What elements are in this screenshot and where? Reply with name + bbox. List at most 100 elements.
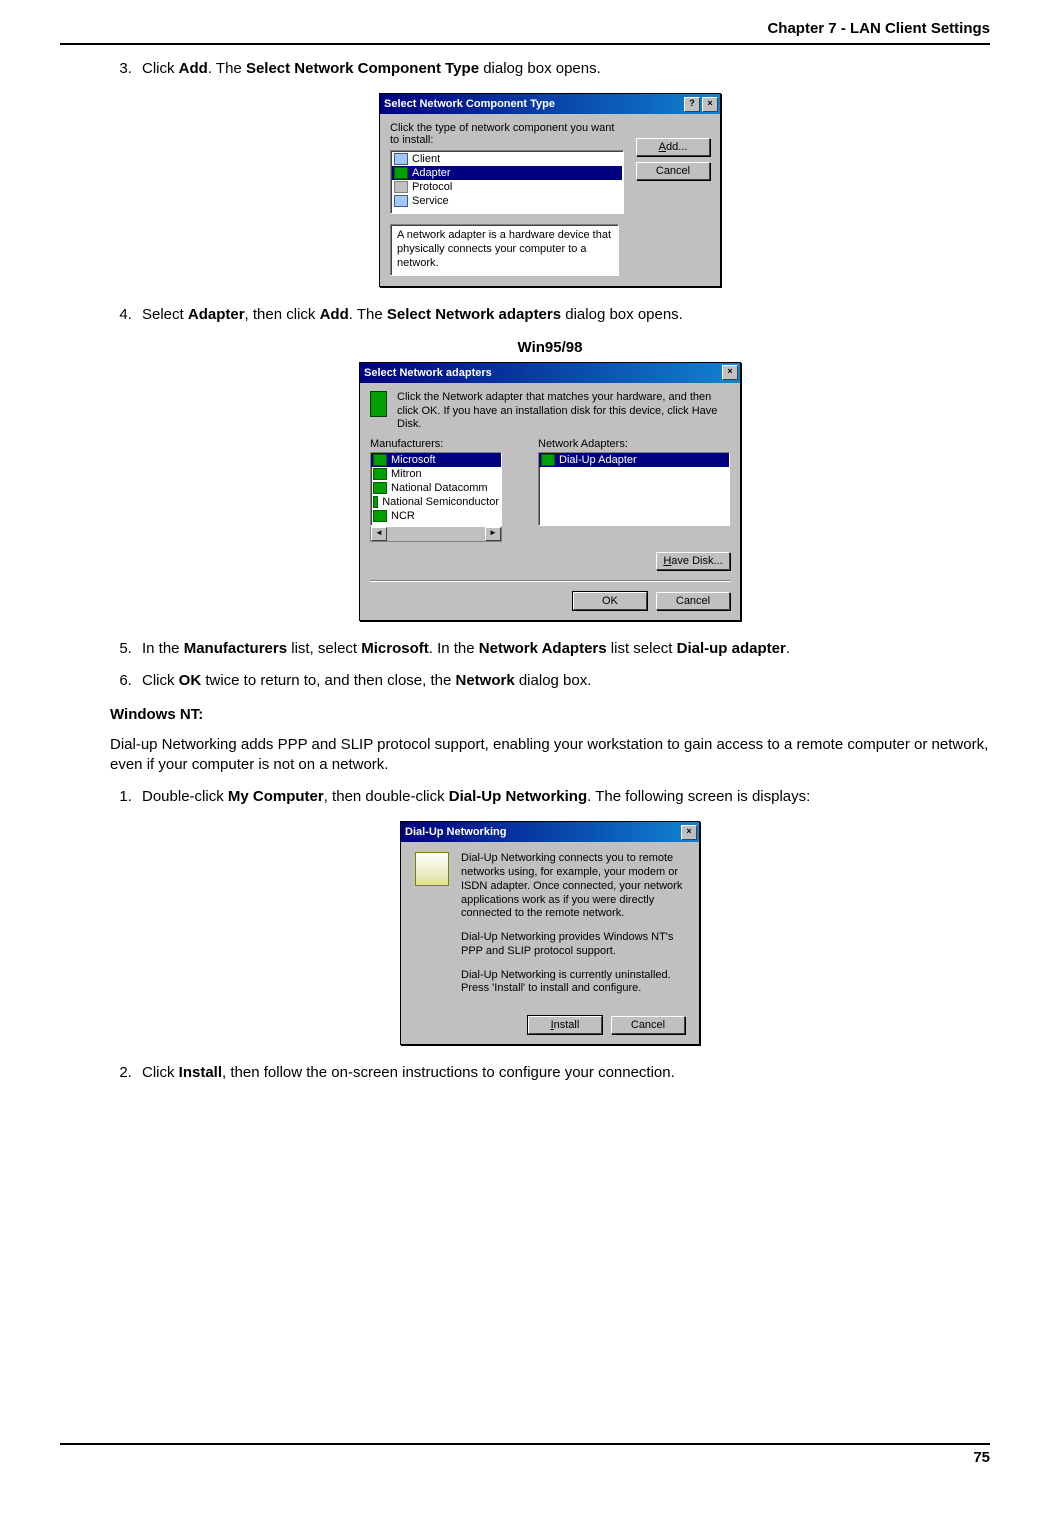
dlg3-p2: Dial-Up Networking provides Windows NT's… [461, 931, 685, 959]
page-footer: 75 [60, 1443, 990, 1466]
ok-button[interactable]: OK [573, 592, 647, 610]
dlg2-caption: Win95/98 [110, 339, 990, 356]
manufacturers-label: Manufacturers: [370, 438, 520, 450]
dialog-select-network-component-type: Select Network Component Type ? × Click … [379, 93, 721, 286]
nt2b0: Install [179, 1064, 222, 1081]
list-item[interactable]: Protocol [392, 180, 622, 194]
s5b0: Manufacturers [184, 640, 287, 657]
windows-nt-heading: Windows NT: [110, 706, 990, 723]
list-item[interactable]: Microsoft [371, 453, 501, 467]
a0: Dial-Up Adapter [559, 454, 637, 466]
s6b0: OK [179, 672, 202, 689]
list-item[interactable]: National Datacomm [371, 481, 501, 495]
nt-step-1: Double-click My Computer, then double-cl… [136, 787, 990, 807]
s5t2: . In the [429, 640, 479, 657]
dlg3-p1: Dial-Up Networking connects you to remot… [461, 852, 685, 921]
have-disk-button[interactable]: Have Disk... [656, 552, 730, 570]
step3-b1: Select Network Component Type [246, 60, 479, 77]
nt1t1: , then double-click [324, 788, 449, 805]
card-icon [373, 482, 387, 494]
service-icon [394, 195, 408, 207]
m0: Microsoft [391, 454, 436, 466]
dlg1-add-rest: dd... [666, 141, 687, 153]
dlg2-instruction: Click the Network adapter that matches y… [397, 391, 730, 432]
step3-b0: Add [179, 60, 208, 77]
s6t2: dialog box. [515, 672, 592, 689]
step3-t0: Click [142, 60, 179, 77]
dlg1-item0: Client [412, 153, 440, 165]
nt2t0: Click [142, 1064, 179, 1081]
nt1t0: Double-click [142, 788, 228, 805]
m4: NCR [391, 510, 415, 522]
dialog-dial-up-networking: Dial-Up Networking × Dial-Up Networking … [400, 821, 700, 1045]
dlg1-instruction: Click the type of network component you … [390, 122, 624, 146]
step-6: Click OK twice to return to, and then cl… [136, 671, 990, 691]
manufacturers-list[interactable]: Microsoft Mitron National Datacomm Natio… [370, 452, 502, 526]
list-item[interactable]: Client [392, 152, 622, 166]
list-item[interactable]: NCR [371, 509, 501, 523]
protocol-icon [394, 181, 408, 193]
step4-b0: Adapter [188, 306, 245, 323]
card-icon [373, 454, 387, 466]
step4-b1: Add [320, 306, 349, 323]
list-item[interactable]: Adapter [392, 166, 622, 180]
adapters-list[interactable]: Dial-Up Adapter [538, 452, 730, 526]
step4-t2: . The [349, 306, 387, 323]
card-icon [373, 468, 387, 480]
cancel-button[interactable]: Cancel [636, 162, 710, 180]
step4-t3: dialog box opens. [561, 306, 683, 323]
step4-t1: , then click [245, 306, 320, 323]
scroll-left-icon[interactable]: ◄ [371, 527, 387, 541]
phone-modem-icon [415, 852, 449, 886]
s6b1: Network [455, 672, 514, 689]
list-item[interactable]: Mitron [371, 467, 501, 481]
list-item[interactable]: National Semiconductor [371, 495, 501, 509]
scrollbar[interactable]: ◄ ► [370, 526, 502, 542]
s6t0: Click [142, 672, 179, 689]
step4-b2: Select Network adapters [387, 306, 561, 323]
step3-t2: dialog box opens. [479, 60, 601, 77]
install-button[interactable]: Install [528, 1016, 602, 1034]
cancel-button[interactable]: Cancel [656, 592, 730, 610]
scroll-right-icon[interactable]: ► [485, 527, 501, 541]
list-item[interactable]: Dial-Up Adapter [539, 453, 729, 467]
step3-t1: . The [208, 60, 246, 77]
step-5: In the Manufacturers list, select Micros… [136, 639, 990, 659]
s5b2: Network Adapters [479, 640, 607, 657]
dlg1-help-text: A network adapter is a hardware device t… [390, 224, 619, 275]
nt-intro-paragraph: Dial-up Networking adds PPP and SLIP pro… [110, 735, 990, 776]
dialog-select-network-adapters: Select Network adapters × Click the Netw… [359, 362, 741, 621]
dlg1-item3: Service [412, 195, 449, 207]
dlg1-component-list[interactable]: Client Adapter Protocol Service [390, 150, 624, 214]
page-header: Chapter 7 - LAN Client Settings [60, 20, 990, 45]
nt1b1: Dial-Up Networking [449, 788, 587, 805]
s5b3: Dial-up adapter [677, 640, 786, 657]
help-icon[interactable]: ? [684, 97, 700, 112]
adapter-icon [394, 167, 408, 179]
dlg2-title: Select Network adapters [364, 367, 492, 379]
page-number: 75 [973, 1449, 990, 1466]
s5t3: list select [607, 640, 677, 657]
step-4: Select Adapter, then click Add. The Sele… [136, 305, 990, 325]
cancel-button[interactable]: Cancel [611, 1016, 685, 1034]
add-button[interactable]: Add... [636, 138, 710, 156]
client-icon [394, 153, 408, 165]
m2: National Datacomm [391, 482, 488, 494]
nt-step-2: Click Install, then follow the on-screen… [136, 1063, 990, 1083]
s5t1: list, select [287, 640, 361, 657]
m1: Mitron [391, 468, 422, 480]
close-icon[interactable]: × [722, 365, 738, 380]
close-icon[interactable]: × [702, 97, 718, 112]
dlg1-title: Select Network Component Type [384, 98, 555, 110]
m3: National Semiconductor [382, 496, 499, 508]
nt1t2: . The following screen is displays: [587, 788, 810, 805]
list-item[interactable]: Service [392, 194, 622, 208]
adapter-card-icon [370, 391, 387, 417]
s5b1: Microsoft [361, 640, 429, 657]
nt2t1: , then follow the on-screen instructions… [222, 1064, 675, 1081]
card-icon [373, 496, 378, 508]
close-icon[interactable]: × [681, 825, 697, 840]
dlg3-title: Dial-Up Networking [405, 826, 506, 838]
step-3: Click Add. The Select Network Component … [136, 59, 990, 79]
s5t0: In the [142, 640, 184, 657]
